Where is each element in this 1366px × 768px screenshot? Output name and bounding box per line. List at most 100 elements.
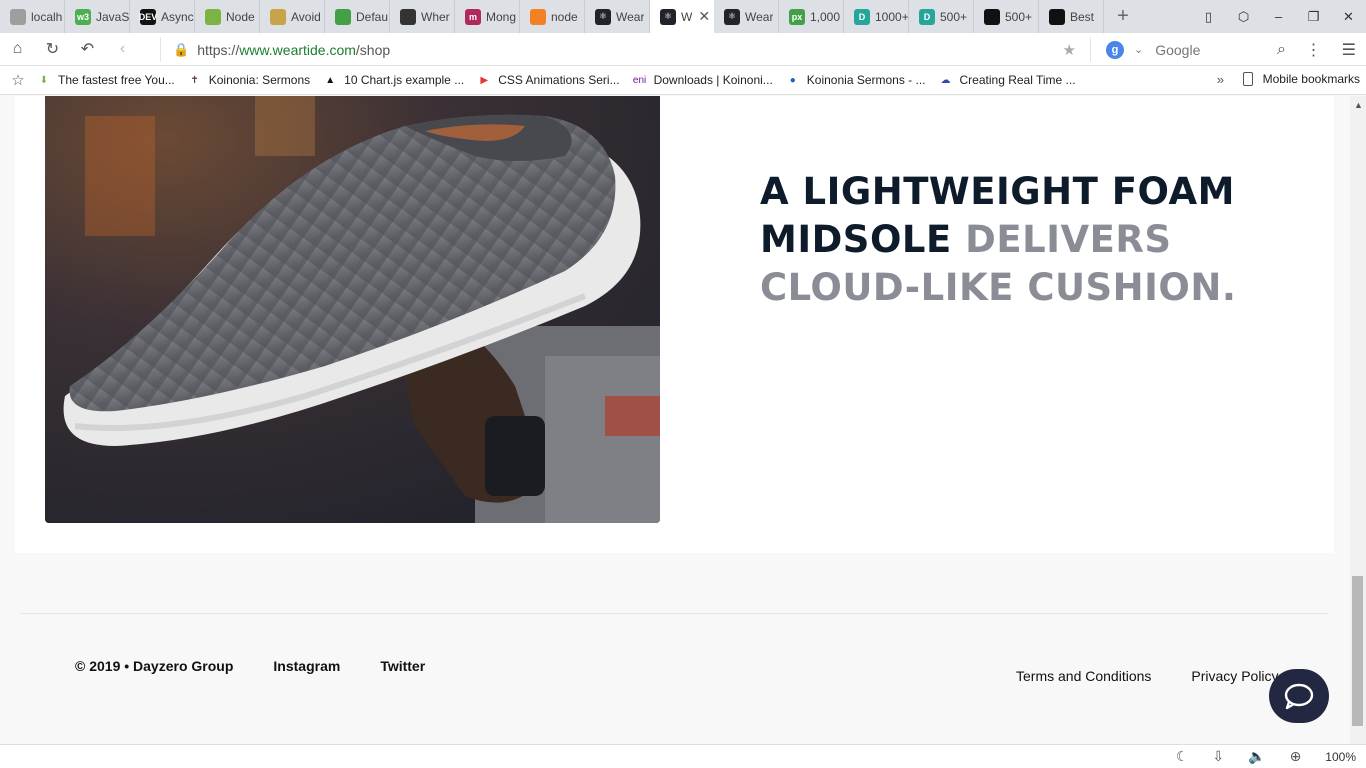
url-host: www.weartide.com	[239, 41, 356, 58]
close-window-icon[interactable]: ✕	[1331, 9, 1366, 25]
tab-title: Wear	[616, 9, 645, 24]
skin-icon[interactable]: ⬡	[1226, 9, 1261, 25]
px-icon: px	[789, 8, 805, 25]
bookmarks-star-icon[interactable]: ☆	[0, 71, 36, 89]
cloud-icon: ☁	[940, 74, 951, 86]
footer-right: Terms and Conditions Privacy Policy	[1016, 668, 1279, 684]
tab-title: localh	[31, 9, 63, 24]
url-scheme: https://	[197, 41, 240, 58]
tab-title: 500+	[1005, 9, 1033, 24]
double-chevron-icon[interactable]: »	[1217, 72, 1224, 87]
browser-tab[interactable]: ⚛ Wear	[585, 0, 650, 33]
tab-title: Node	[226, 9, 255, 24]
tab-layout-icon[interactable]: ▯	[1191, 9, 1226, 25]
tab-title: 1000+	[875, 9, 908, 24]
mobile-bookmarks[interactable]: Mobile bookmarks	[1242, 72, 1360, 86]
status-bar: ☾ ⇩ 🔈 ⊕ 100%	[0, 744, 1366, 768]
twitter-link[interactable]: Twitter	[380, 658, 425, 674]
close-tab-icon[interactable]: ✕	[698, 8, 710, 25]
bookmark-list: ⬇ The fastest free You... ✝ Koinonia: Sermo…	[36, 73, 1088, 87]
chat-button[interactable]	[1269, 669, 1329, 723]
tab-title: Async	[161, 9, 194, 24]
eni-icon: eni	[632, 74, 647, 86]
browser-tab[interactable]: 500+	[974, 0, 1039, 33]
search-icon[interactable]: ⌕	[1277, 41, 1286, 59]
tab-title: Mong	[486, 9, 517, 24]
react-icon: ⚛	[595, 8, 611, 25]
d-icon: D	[854, 8, 870, 25]
browser-tab[interactable]: Node	[195, 0, 260, 33]
google-icon[interactable]: g	[1106, 40, 1124, 59]
browser-tab[interactable]: ⚛ W ✕	[650, 0, 714, 33]
bookmark-item[interactable]: ▶ CSS Animations Seri...	[476, 73, 619, 87]
zoom-in-icon[interactable]: ⊕	[1290, 748, 1302, 765]
download-arrow-icon: ⬇	[39, 74, 49, 86]
new-tab-icon[interactable]: +	[1108, 5, 1138, 28]
browser-tab[interactable]: Avoid	[260, 0, 325, 33]
bookmark-item[interactable]: ▲ 10 Chart.js example ...	[322, 73, 464, 87]
browser-tab[interactable]: node	[520, 0, 585, 33]
browser-tab[interactable]: Best	[1039, 0, 1104, 33]
chat-bubble-icon	[1284, 683, 1314, 710]
search-box[interactable]: g ⌄ Google ⌕	[1090, 37, 1286, 62]
browser-tab[interactable]: D 500+	[909, 0, 974, 33]
bookmark-item[interactable]: ☁ Creating Real Time ...	[938, 73, 1076, 87]
browser-tab[interactable]: localh	[0, 0, 65, 33]
youtube-icon: ▶	[480, 74, 489, 86]
tabs: localh w3 JavaS DEV Async Node Avoid Defau Wher m…	[0, 0, 1104, 33]
url-path: /shop	[355, 41, 391, 58]
browser-tab[interactable]: DEV Async	[130, 0, 195, 33]
page-scrollbar[interactable]: ▲	[1350, 96, 1366, 744]
tab-title: Best	[1070, 9, 1095, 24]
status-icons: ☾ ⇩ 🔈 ⊕ 100%	[1176, 748, 1356, 765]
night-mode-icon[interactable]: ☾	[1176, 748, 1189, 765]
chevron-down-icon[interactable]: ⌄	[1134, 43, 1143, 56]
browser-tab[interactable]: Defau	[325, 0, 390, 33]
restore-icon[interactable]: ❐	[1296, 9, 1331, 25]
tab-title: Defau	[356, 9, 389, 24]
tab-title: 500+	[940, 9, 968, 24]
undo-icon[interactable]: ↶	[70, 39, 105, 59]
terms-link[interactable]: Terms and Conditions	[1016, 668, 1151, 684]
home-icon[interactable]: ⌂	[0, 40, 35, 58]
bookmark-item[interactable]: eni Downloads | Koinoni...	[632, 73, 773, 87]
instagram-link[interactable]: Instagram	[273, 658, 340, 674]
shoe-image	[45, 96, 660, 523]
scroll-thumb[interactable]	[1352, 576, 1363, 726]
bookmark-item[interactable]: ● Koinonia Sermons - ...	[785, 73, 926, 87]
back-icon[interactable]: ‹	[105, 40, 140, 58]
bookmark-star-icon[interactable]: ★	[1063, 41, 1076, 59]
bookmark-label: CSS Animations Seri...	[498, 73, 620, 87]
mobile-bookmarks-label: Mobile bookmarks	[1262, 72, 1360, 86]
d-icon: D	[919, 8, 935, 25]
volume-icon[interactable]: 🔈	[1248, 748, 1265, 765]
browser-tab[interactable]: D 1000+	[844, 0, 909, 33]
browser-tab[interactable]: px 1,000	[779, 0, 844, 33]
url-text[interactable]: https://www.weartide.com/shop	[197, 42, 390, 58]
bookmarks-bar: ☆ ⬇ The fastest free You... ✝ Koinonia: Ser…	[0, 66, 1366, 95]
address-bar: ⌂ ↻ ↶ ‹ 🔒 https://www.weartide.com/shop …	[0, 33, 1366, 66]
browser-tab[interactable]: w3 JavaS	[65, 0, 130, 33]
minimize-icon[interactable]: –	[1261, 9, 1296, 24]
shield-icon	[335, 8, 351, 25]
scroll-up-icon[interactable]: ▲	[1354, 100, 1363, 110]
bookmark-label: Downloads | Koinoni...	[653, 73, 773, 87]
browser-tab[interactable]: m Mong	[455, 0, 520, 33]
reload-icon[interactable]: ↻	[35, 39, 70, 59]
zoom-level[interactable]: 100%	[1325, 750, 1356, 764]
url-field[interactable]: 🔒 https://www.weartide.com/shop	[160, 37, 1088, 62]
hamburger-menu-icon[interactable]: ☰	[1342, 40, 1356, 60]
tab-title: Avoid	[291, 9, 321, 24]
bookmark-item[interactable]: ⬇ The fastest free You...	[36, 73, 175, 87]
tab-title: Wear	[745, 9, 774, 24]
more-vertical-icon[interactable]: ⋮	[1306, 40, 1322, 60]
browser-tab[interactable]: ⚛ Wear	[714, 0, 779, 33]
browser-tab[interactable]: Wher	[390, 0, 455, 33]
tab-title: node	[551, 9, 578, 24]
bookmark-item[interactable]: ✝ Koinonia: Sermons	[187, 73, 311, 87]
privacy-link[interactable]: Privacy Policy	[1191, 668, 1278, 684]
tab-title: Wher	[421, 9, 450, 24]
download-icon[interactable]: ⇩	[1212, 748, 1224, 765]
search-placeholder: Google	[1155, 41, 1201, 58]
unsplash-icon	[984, 8, 1000, 25]
